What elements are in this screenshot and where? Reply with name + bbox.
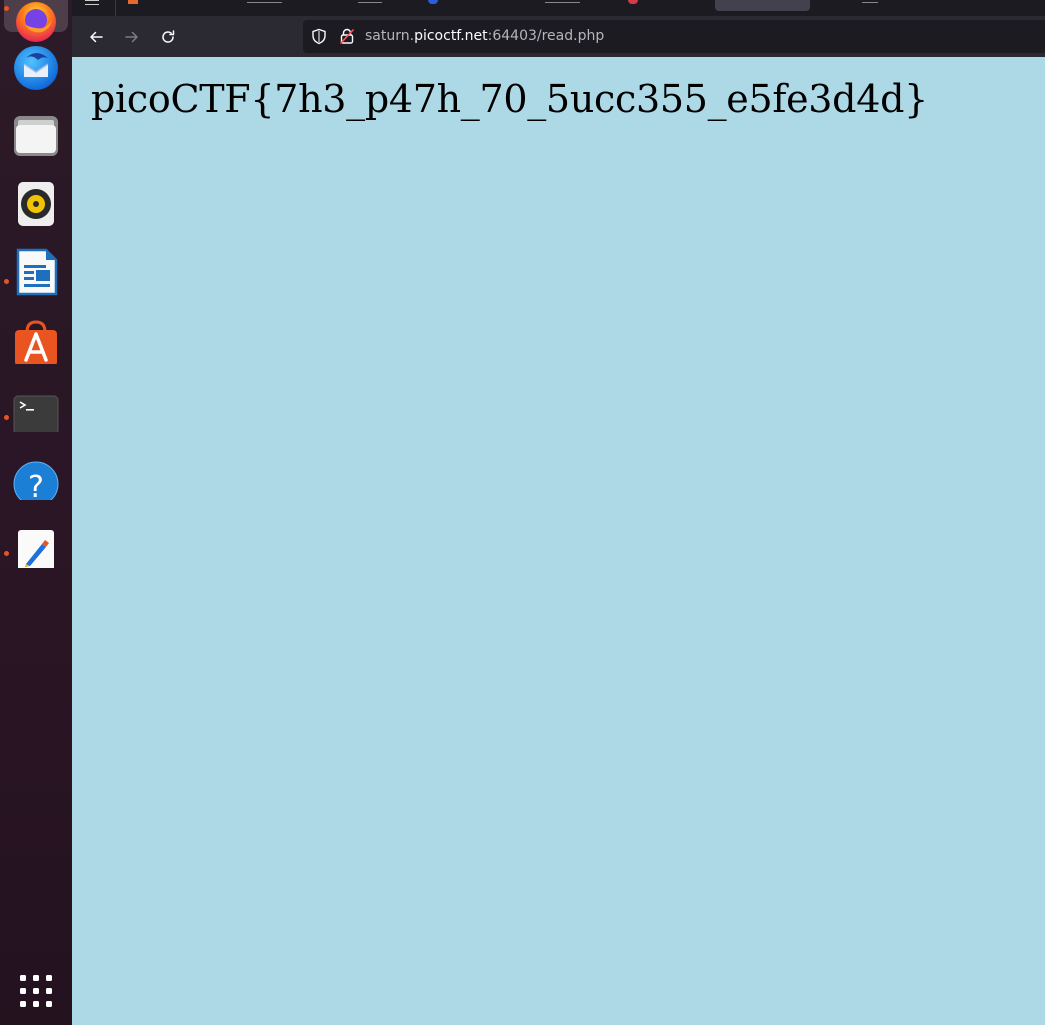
url-path: :64403/read.php bbox=[487, 28, 605, 44]
terminal-icon bbox=[12, 384, 60, 435]
flag-text: picoCTF{7h3_p47h_70_5ucc355_e5fe3d4d} bbox=[91, 77, 928, 121]
back-arrow-icon bbox=[90, 31, 103, 43]
running-indicator bbox=[4, 415, 9, 420]
rhythmbox-icon bbox=[12, 180, 60, 228]
thunderbird-icon bbox=[12, 44, 60, 92]
show-apps-icon[interactable] bbox=[17, 972, 55, 1010]
tab-list-icon[interactable] bbox=[85, 0, 99, 5]
tab-strip[interactable] bbox=[72, 0, 1045, 16]
text-editor-icon bbox=[12, 520, 60, 574]
navigation-toolbar: saturn.picoctf.net:64403/read.php bbox=[72, 16, 1045, 57]
forward-button[interactable] bbox=[118, 23, 146, 51]
ubuntu-dock: ? bbox=[0, 0, 72, 1025]
dock-item-files[interactable] bbox=[0, 112, 72, 178]
running-indicator bbox=[4, 6, 9, 11]
dock-item-app-center[interactable] bbox=[0, 316, 72, 382]
dock-item-help[interactable]: ? bbox=[0, 452, 72, 518]
dock-item-terminal[interactable] bbox=[0, 384, 72, 450]
web-page-content: picoCTF{7h3_p47h_70_5ucc355_e5fe3d4d} bbox=[72, 57, 1045, 1025]
svg-text:?: ? bbox=[28, 470, 44, 500]
tab-active[interactable] bbox=[715, 0, 810, 11]
app-center-icon bbox=[12, 316, 60, 366]
firefox-icon bbox=[12, 2, 60, 50]
dock-item-writer[interactable] bbox=[0, 248, 72, 314]
back-button[interactable] bbox=[82, 23, 110, 51]
dock-item-rhythmbox[interactable] bbox=[0, 180, 72, 246]
tab-favicon bbox=[428, 0, 438, 4]
dock-item-thunderbird[interactable] bbox=[0, 44, 72, 110]
tab-favicon bbox=[628, 0, 638, 4]
dock-item-text-editor[interactable] bbox=[0, 520, 72, 586]
files-icon bbox=[12, 112, 60, 160]
url-subdomain: saturn. bbox=[365, 28, 415, 44]
tab-favicon bbox=[128, 0, 138, 4]
url-host: picoctf.net bbox=[414, 28, 488, 44]
address-bar[interactable]: saturn.picoctf.net:64403/read.php bbox=[303, 20, 1045, 53]
running-indicator bbox=[4, 279, 9, 284]
reload-button[interactable] bbox=[154, 23, 182, 51]
insecure-lock-icon[interactable] bbox=[339, 28, 355, 45]
reload-icon bbox=[162, 30, 175, 43]
running-indicator bbox=[4, 551, 9, 556]
forward-arrow-icon bbox=[125, 31, 138, 43]
help-icon: ? bbox=[12, 452, 60, 507]
url-text[interactable]: saturn.picoctf.net:64403/read.php bbox=[365, 28, 604, 45]
libreoffice-writer-icon bbox=[12, 248, 60, 296]
tracking-protection-shield-icon[interactable] bbox=[311, 28, 327, 45]
